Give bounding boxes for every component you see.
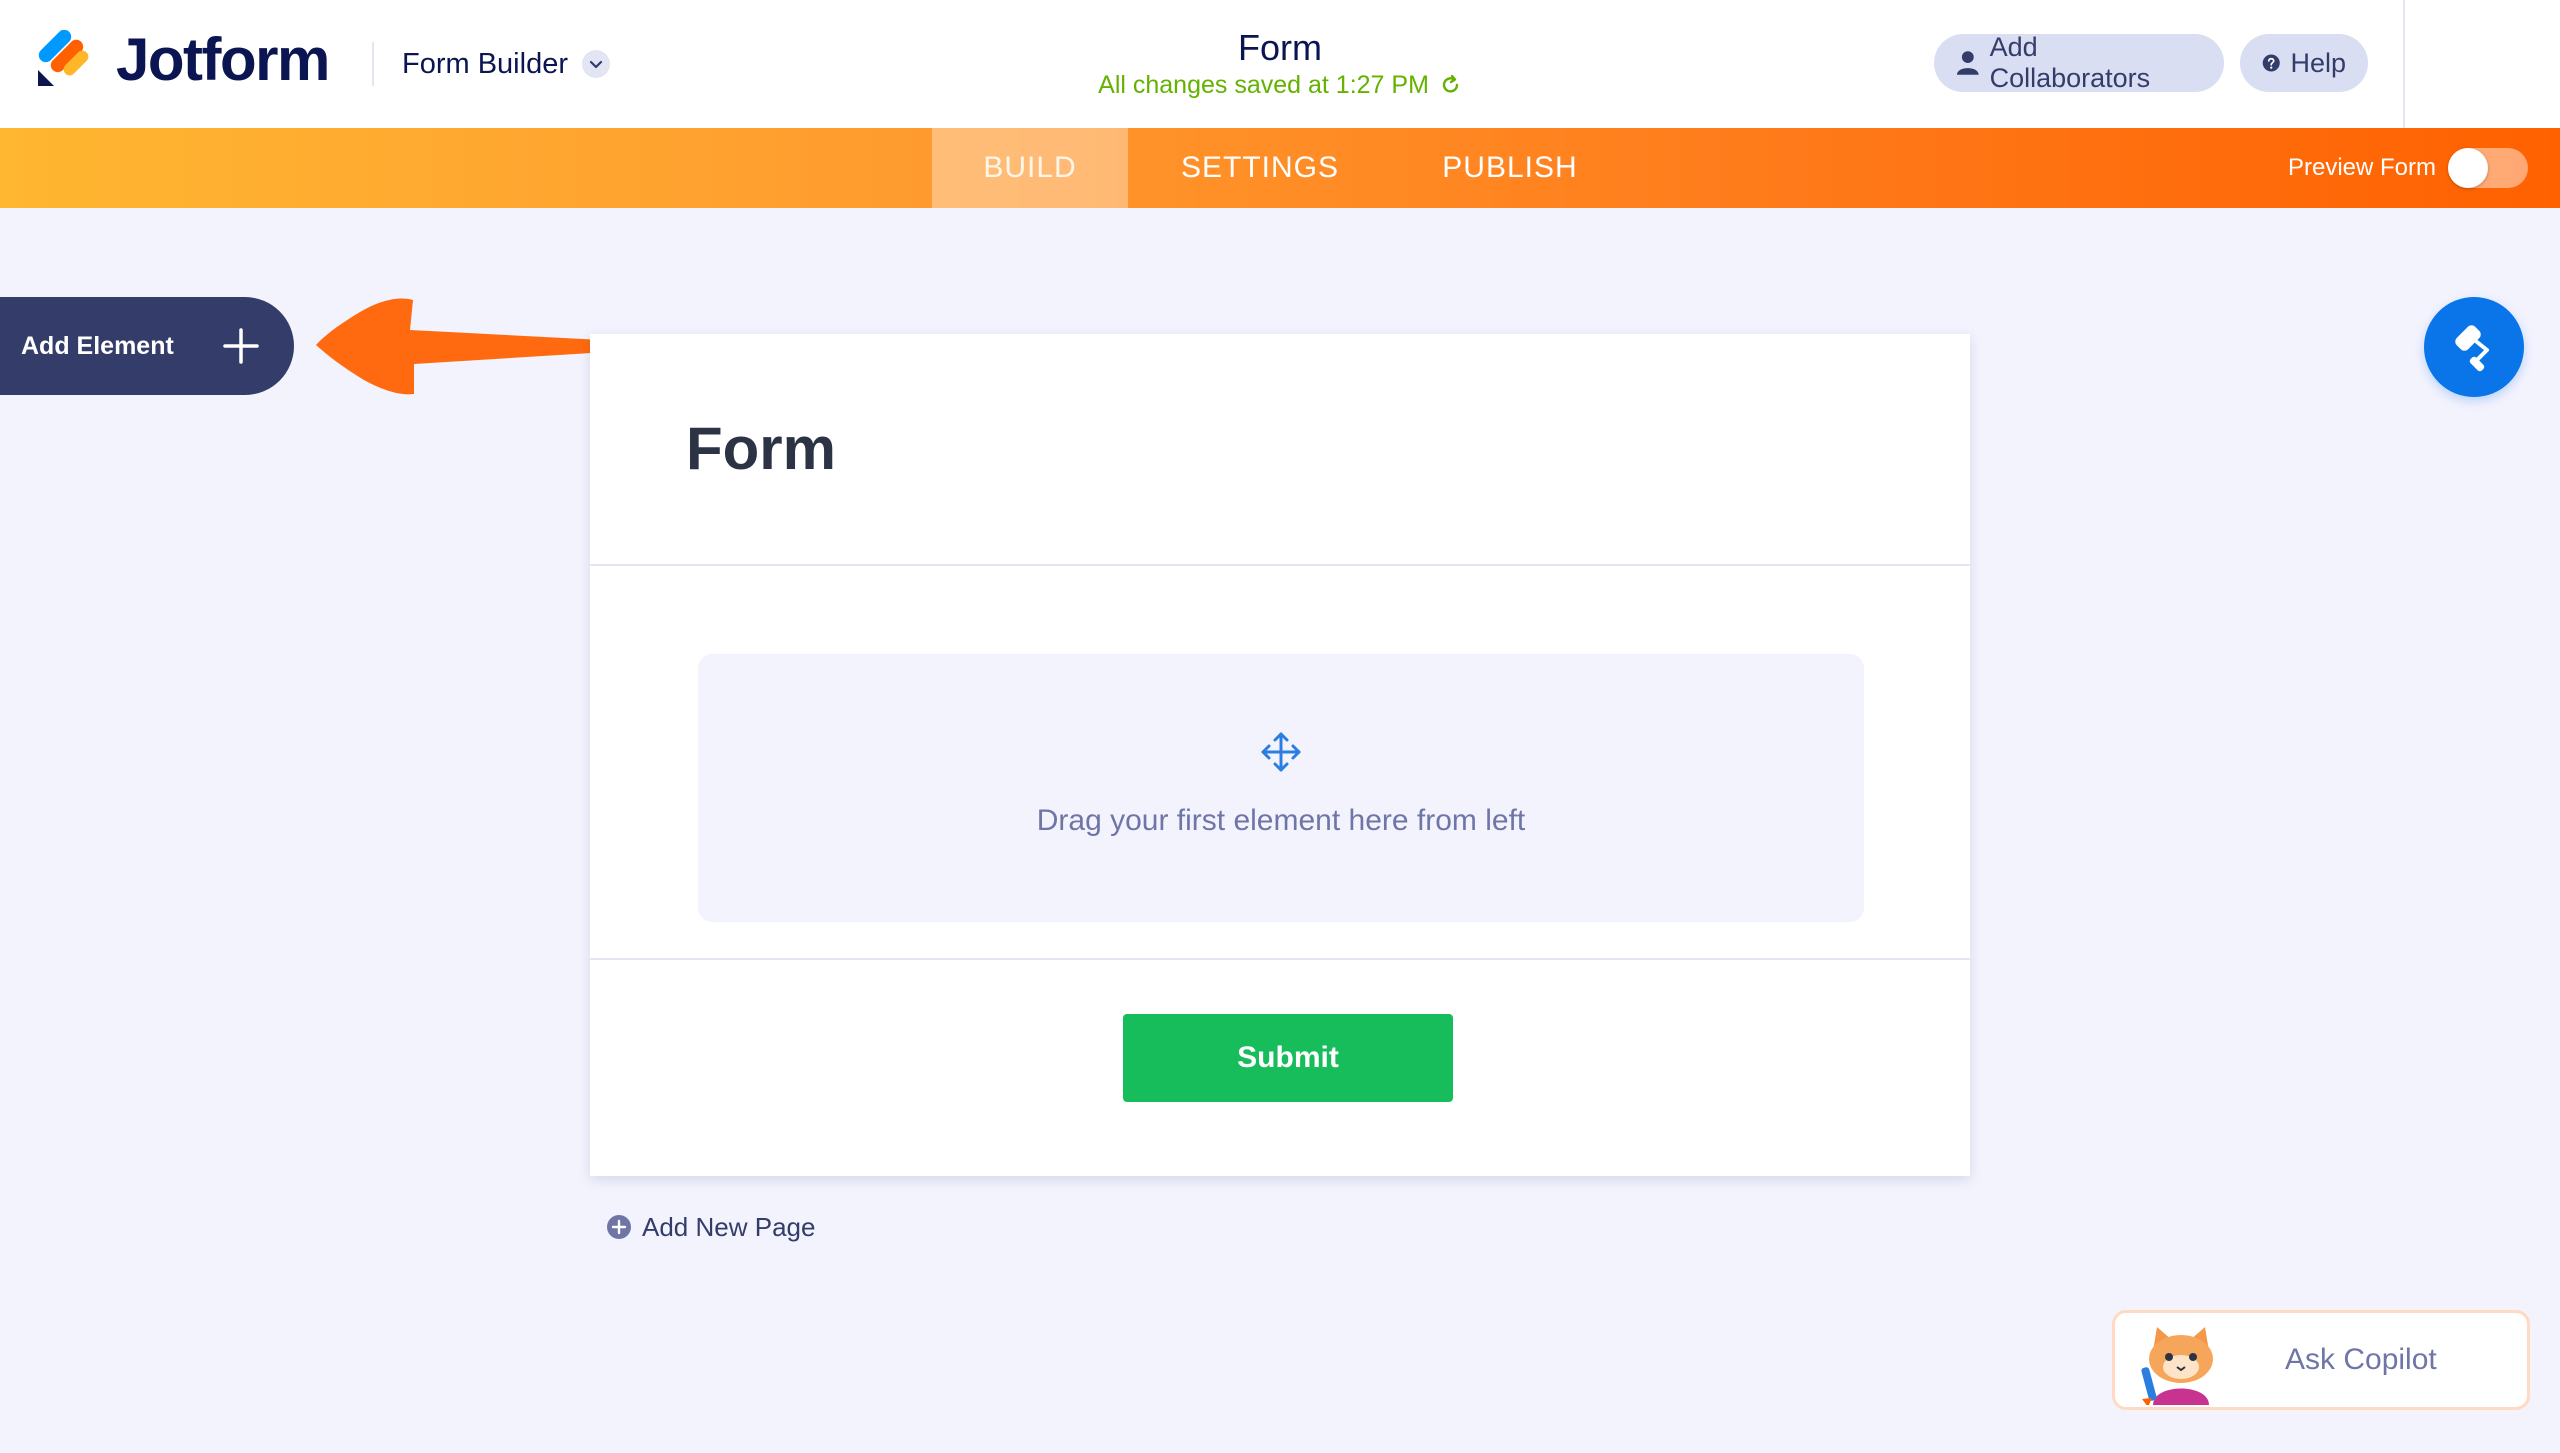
form-builder-label: Form Builder	[402, 47, 568, 80]
question-circle-icon	[2262, 54, 2280, 72]
plus-circle-icon	[607, 1215, 631, 1239]
add-new-page-label: Add New Page	[642, 1211, 816, 1242]
save-status-text: All changes saved at 1:27 PM	[1098, 71, 1429, 99]
jotform-logo-icon[interactable]	[34, 30, 94, 90]
copilot-cat-avatar-icon	[2141, 1327, 2213, 1405]
add-element-button[interactable]: Add Element	[0, 297, 294, 395]
plus-icon	[223, 328, 259, 364]
element-dropzone[interactable]: Drag your first element here from left	[698, 654, 1864, 922]
form-card: Form Drag your first element here from l…	[590, 334, 1970, 1176]
top-header: Jotform Form Builder Form All changes sa…	[0, 0, 2560, 128]
dropzone-instruction: Drag your first element here from left	[1036, 804, 1526, 837]
preview-form-label: Preview Form	[2287, 154, 2436, 181]
add-collaborators-button[interactable]: Add Collaborators	[1934, 32, 2224, 93]
save-status: All changes saved at 1:27 PM	[980, 68, 1580, 105]
form-header-section[interactable]: Form	[590, 334, 1970, 566]
help-button[interactable]: Help	[2240, 34, 2368, 92]
ask-copilot-label: Ask Copilot	[2285, 1343, 2437, 1376]
tab-publish[interactable]: PUBLISH	[1400, 128, 1620, 208]
ask-copilot-button[interactable]: Ask Copilot	[2112, 1310, 2530, 1410]
brand-name[interactable]: Jotform	[116, 24, 330, 96]
tab-build[interactable]: BUILD	[932, 128, 1128, 208]
header-separator	[372, 42, 374, 86]
tab-settings[interactable]: SETTINGS	[1150, 128, 1370, 208]
builder-navbar: BUILD SETTINGS PUBLISH Preview Form	[0, 128, 2560, 208]
chevron-down-icon	[582, 50, 610, 78]
submit-button[interactable]: Submit	[1123, 1014, 1453, 1102]
form-builder-dropdown[interactable]: Form Builder	[402, 42, 610, 86]
paint-roller-icon	[2455, 325, 2489, 372]
help-label: Help	[2290, 47, 2346, 78]
add-new-page-button[interactable]: Add New Page	[606, 1210, 815, 1244]
form-title[interactable]: Form	[686, 414, 836, 483]
header-right-divider	[2403, 0, 2405, 128]
user-icon	[1956, 51, 1979, 75]
refresh-icon[interactable]	[1440, 71, 1462, 105]
move-arrows-icon	[1261, 732, 1301, 772]
form-designer-button[interactable]	[2424, 297, 2524, 397]
add-element-label: Add Element	[21, 331, 174, 360]
preview-form-toggle[interactable]	[2448, 148, 2528, 188]
toggle-knob	[2448, 148, 2488, 188]
form-title-header[interactable]: Form	[1080, 26, 1480, 70]
form-footer-divider	[590, 958, 1970, 960]
add-collaborators-label: Add Collaborators	[1989, 32, 2151, 93]
